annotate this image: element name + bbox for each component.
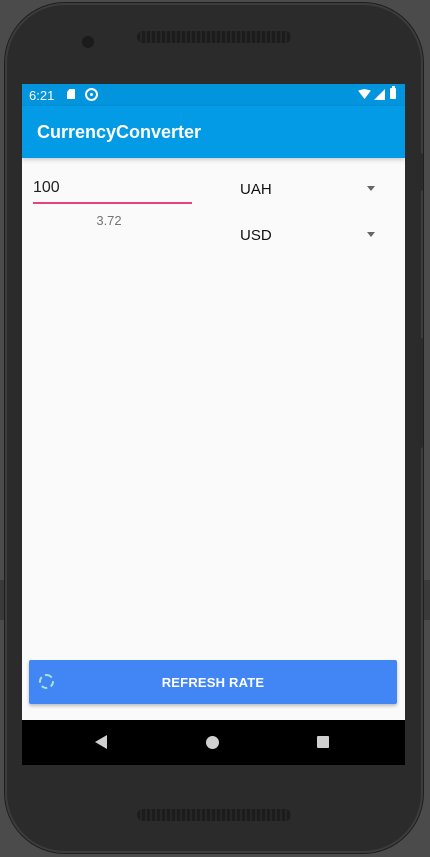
bottom-speaker (137, 809, 291, 821)
home-icon[interactable] (206, 736, 219, 749)
app-title: CurrencyConverter (37, 122, 202, 142)
signal-icon (374, 89, 385, 100)
recents-icon[interactable] (317, 736, 329, 748)
navigation-bar (22, 720, 405, 765)
refresh-rate-label: REFRESH RATE (161, 675, 265, 690)
battery-icon (390, 86, 396, 99)
top-speaker (137, 31, 291, 43)
status-bar: 6:21 (22, 84, 405, 106)
device-screen: 6:21 CurrencyConverter 3.72 UAH USD REFR… (22, 84, 405, 765)
dropdown-caret-icon (367, 232, 375, 237)
front-camera (82, 36, 94, 48)
amount-input[interactable] (33, 174, 192, 204)
refresh-rate-button[interactable]: REFRESH RATE (29, 660, 397, 704)
to-currency-label: USD (240, 227, 272, 244)
app-bar: CurrencyConverter (22, 106, 405, 158)
converted-result: 3.72 (96, 213, 122, 228)
power-button (418, 153, 423, 191)
back-icon[interactable] (95, 735, 107, 749)
from-currency-label: UAH (240, 181, 272, 198)
sync-icon (85, 88, 98, 101)
from-currency-spinner[interactable]: UAH (240, 173, 375, 203)
dropdown-caret-icon (367, 186, 375, 191)
wifi-icon (358, 89, 371, 99)
to-currency-spinner[interactable]: USD (240, 219, 375, 249)
sd-card-icon (67, 89, 75, 99)
volume-button (418, 338, 423, 448)
status-time: 6:21 (29, 88, 55, 103)
